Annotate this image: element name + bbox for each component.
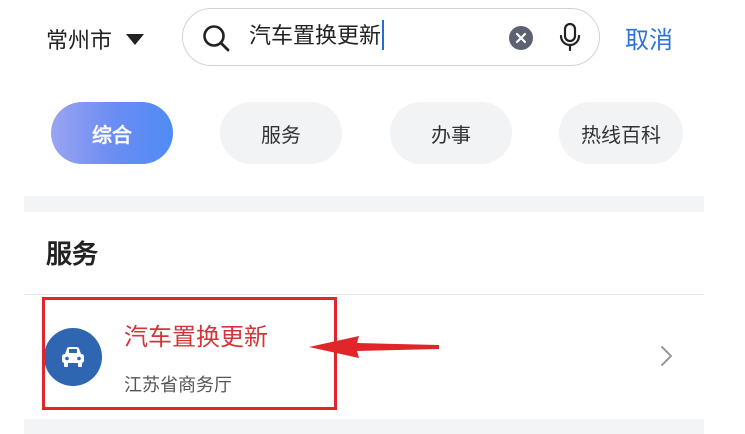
- cancel-button[interactable]: 取消: [625, 20, 673, 55]
- text-cursor: [382, 20, 385, 50]
- arrow-annotation-icon: [309, 336, 439, 358]
- tab-hotline-wiki[interactable]: 热线百科: [559, 102, 683, 164]
- search-box[interactable]: 汽车置换更新: [182, 8, 600, 66]
- search-input[interactable]: 汽车置换更新: [249, 20, 385, 53]
- city-label: 常州市: [46, 29, 113, 54]
- section-title: 服务: [46, 240, 99, 270]
- highlight-annotation-box: [42, 297, 337, 410]
- search-icon: [203, 25, 230, 52]
- clear-icon[interactable]: [509, 26, 533, 50]
- chevron-right-icon: [661, 346, 672, 366]
- tab-affairs[interactable]: 办事: [390, 102, 512, 164]
- tab-comprehensive[interactable]: 综合: [51, 102, 173, 164]
- city-selector[interactable]: 常州市: [46, 22, 145, 56]
- caret-down-icon: [126, 33, 145, 45]
- tab-services[interactable]: 服务: [220, 102, 342, 164]
- bottom-divider: [24, 419, 704, 434]
- section-divider: [24, 196, 704, 212]
- microphone-icon[interactable]: [555, 21, 585, 53]
- search-input-value: 汽车置换更新: [249, 24, 382, 49]
